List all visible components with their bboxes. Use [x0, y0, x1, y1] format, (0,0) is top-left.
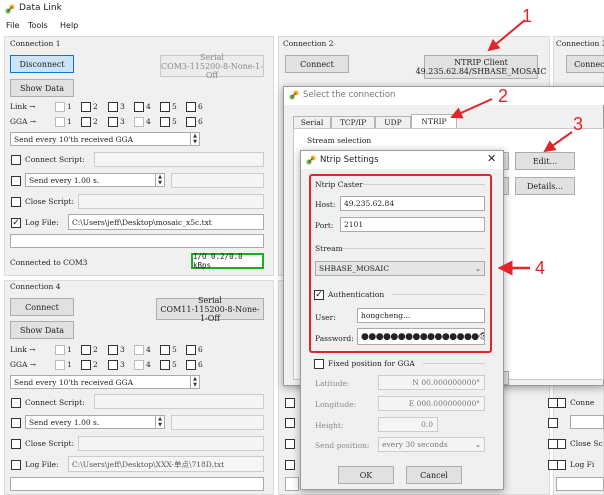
- annotation-4: 4: [535, 258, 546, 278]
- annotation-2: 2: [498, 86, 509, 106]
- arrow-2: [450, 98, 493, 119]
- arrow-1: [487, 19, 526, 52]
- annotation-1: 1: [522, 6, 533, 26]
- arrow-3: [543, 131, 573, 153]
- annotation-arrows: [450, 19, 573, 276]
- annotation-3: 3: [573, 114, 584, 134]
